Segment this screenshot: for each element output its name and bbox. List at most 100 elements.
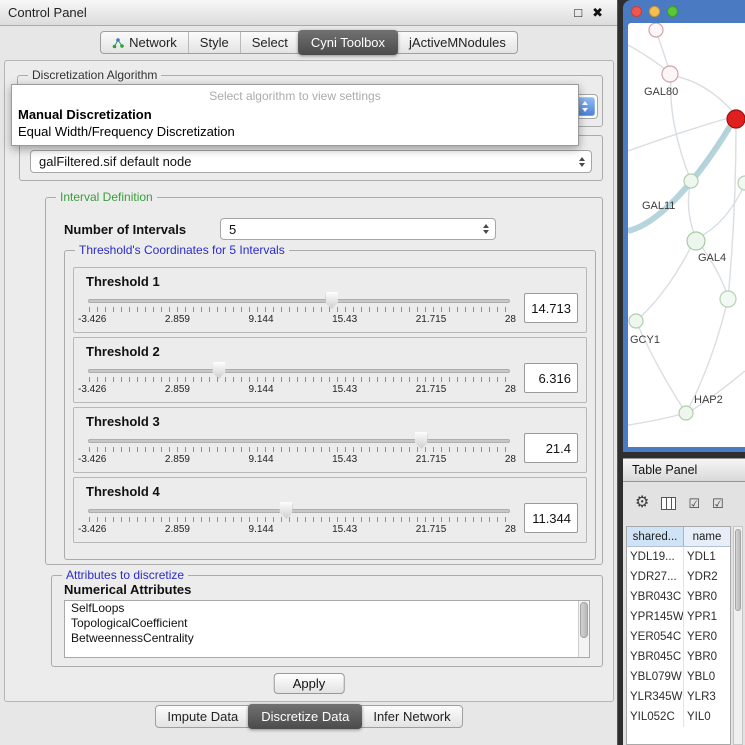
tick-label: 9.144 (249, 314, 274, 325)
tick-label: -3.426 (78, 384, 106, 395)
float-window-icon[interactable]: □ (574, 6, 582, 19)
table-row[interactable]: YDL19... YDL1 (627, 547, 730, 567)
network-node[interactable] (684, 174, 698, 188)
highlighted-edge[interactable] (628, 123, 732, 231)
network-canvas[interactable]: GAL80 GAL11 GAL4 GCY1 HAP2 (628, 23, 745, 447)
tick-label: 21.715 (416, 454, 447, 465)
table-row[interactable]: YBR043C YBR0 (627, 587, 730, 607)
thresholds-group: Threshold's Coordinates for 5 Intervals … (64, 250, 596, 560)
threshold-slider[interactable]: -3.4262.8599.14415.4321.71528 (88, 290, 510, 326)
list-scrollbar[interactable] (578, 601, 589, 657)
tab-style[interactable]: Style (188, 32, 240, 53)
table-row[interactable]: YBR045C YBR0 (627, 647, 730, 667)
tab-jactivemnodules[interactable]: jActiveMNodules (397, 32, 517, 53)
network-window-titlebar[interactable] (623, 0, 745, 23)
tab-discretize-data[interactable]: Discretize Data (248, 704, 362, 729)
table-data-select[interactable]: galFiltered.sif default node (30, 150, 592, 173)
attribute-list-item[interactable]: BetweennessCentrality (65, 631, 589, 646)
threshold-panel: Threshold 1 -3.4262.8599.14415.4321.7152… (73, 267, 587, 333)
threshold-slider[interactable]: -3.4262.8599.14415.4321.71528 (88, 430, 510, 466)
tick-label: 9.144 (249, 524, 274, 535)
tab-network[interactable]: Network (101, 32, 188, 53)
zoom-traffic-light-icon[interactable] (667, 6, 678, 17)
table-cell-name: YDL1 (684, 547, 730, 567)
table-scrollbar[interactable] (733, 526, 743, 745)
apply-button[interactable]: Apply (274, 673, 345, 694)
slider-track[interactable] (88, 299, 510, 303)
network-node[interactable] (649, 23, 663, 37)
tick-label: -3.426 (78, 524, 106, 535)
threshold-value-field[interactable]: 14.713 (524, 293, 578, 323)
table-panel-titlebar[interactable]: Table Panel (623, 458, 745, 482)
tick-label: 28 (505, 454, 516, 465)
slider-tick-marks (89, 447, 509, 452)
selected-red-node[interactable] (727, 110, 745, 128)
table-row[interactable]: YER054C YER0 (627, 627, 730, 647)
table-row[interactable]: YLR345W YLR3 (627, 687, 730, 707)
network-view-window: GAL80 GAL11 GAL4 GCY1 HAP2 (623, 0, 745, 452)
node-label-gcy1: GCY1 (630, 334, 660, 346)
slider-tick-marks (89, 377, 509, 382)
column-header-name[interactable]: name (684, 527, 730, 546)
select-none-checkbox-icon[interactable]: ☑ (712, 497, 724, 510)
threshold-value-field[interactable]: 21.4 (524, 433, 578, 463)
threshold-panel: Threshold 3 -3.4262.8599.14415.4321.7152… (73, 407, 587, 473)
scrollbar-thumb[interactable] (580, 602, 588, 638)
table-row[interactable]: YIL052C YIL0 (627, 707, 730, 727)
table-row[interactable]: YPR145W YPR1 (627, 607, 730, 627)
node-label-hap2: HAP2 (694, 394, 723, 406)
tick-label: -3.426 (78, 454, 106, 465)
close-window-icon[interactable]: ✖ (592, 6, 603, 19)
number-of-intervals-select[interactable]: 5 (220, 218, 496, 240)
tick-label: 28 (505, 524, 516, 535)
threshold-slider[interactable]: -3.4262.8599.14415.4321.71528 (88, 360, 510, 396)
table-row[interactable]: YBL079W YBL0 (627, 667, 730, 687)
tab-cyni-toolbox[interactable]: Cyni Toolbox (298, 30, 398, 55)
slider-track[interactable] (88, 509, 510, 513)
table-cell-shared-name: YBL079W (627, 667, 684, 687)
numerical-attributes-list[interactable]: SelfLoopsTopologicalCoefficientBetweenne… (64, 600, 590, 658)
column-header-shared-name[interactable]: shared... (627, 527, 684, 546)
group-title: Discretization Algorithm (28, 68, 161, 82)
table-cell-name: YPR1 (684, 607, 730, 627)
network-node[interactable] (629, 314, 643, 328)
combo-stepper-icon[interactable] (483, 224, 489, 234)
control-panel-window: Control Panel □ ✖ Network Style Select C… (0, 0, 618, 745)
close-traffic-light-icon[interactable] (631, 6, 642, 17)
combo-stepper-icon[interactable] (579, 157, 585, 167)
slider-tick-marks (89, 307, 509, 312)
tab-infer-network[interactable]: Infer Network (361, 706, 461, 727)
algorithm-dropdown-popup: Select algorithm to view settings Manual… (11, 84, 579, 146)
threshold-value-field[interactable]: 11.344 (524, 503, 578, 533)
threshold-slider[interactable]: -3.4262.8599.14415.4321.71528 (88, 500, 510, 536)
table-panel-body: ⚙ ☑ ☑ shared... name YDL19... YDL1 YDR27… (623, 482, 745, 745)
table-cell-shared-name: YDR27... (627, 567, 684, 587)
group-title: Threshold's Coordinates for 5 Intervals (75, 243, 289, 257)
attribute-list-item[interactable]: TopologicalCoefficient (65, 616, 589, 631)
control-panel-titlebar[interactable]: Control Panel □ ✖ (0, 0, 617, 26)
popup-item-manual-discretization[interactable]: Manual Discretization (12, 106, 578, 123)
table-row[interactable]: YDR27... YDR2 (627, 567, 730, 587)
attribute-list-item[interactable]: SelfLoops (65, 601, 589, 616)
tick-label: 2.859 (165, 314, 190, 325)
threshold-value-field[interactable]: 6.316 (524, 363, 578, 393)
slider-track[interactable] (88, 439, 510, 443)
network-node[interactable] (662, 66, 678, 82)
tab-select[interactable]: Select (240, 32, 299, 53)
network-node[interactable] (679, 406, 693, 420)
network-node[interactable] (720, 291, 736, 307)
slider-track[interactable] (88, 369, 510, 373)
minimize-traffic-light-icon[interactable] (649, 6, 660, 17)
show-columns-icon[interactable] (661, 497, 676, 510)
control-panel-content: Discretization Algorithm Select algorith… (4, 60, 614, 702)
settings-gear-icon[interactable]: ⚙ (635, 495, 649, 511)
network-node[interactable] (738, 176, 745, 190)
tab-impute-data[interactable]: Impute Data (156, 706, 249, 727)
network-node[interactable] (687, 232, 705, 250)
scrollbar-thumb[interactable] (735, 529, 741, 611)
popup-item-equal-width-frequency[interactable]: Equal Width/Frequency Discretization (12, 123, 578, 140)
attributes-group: Attributes to discretize Numerical Attri… (51, 575, 603, 667)
tab-label: Style (200, 35, 229, 50)
tab-label: Impute Data (167, 709, 238, 724)
select-all-checkbox-icon[interactable]: ☑ (688, 497, 700, 510)
